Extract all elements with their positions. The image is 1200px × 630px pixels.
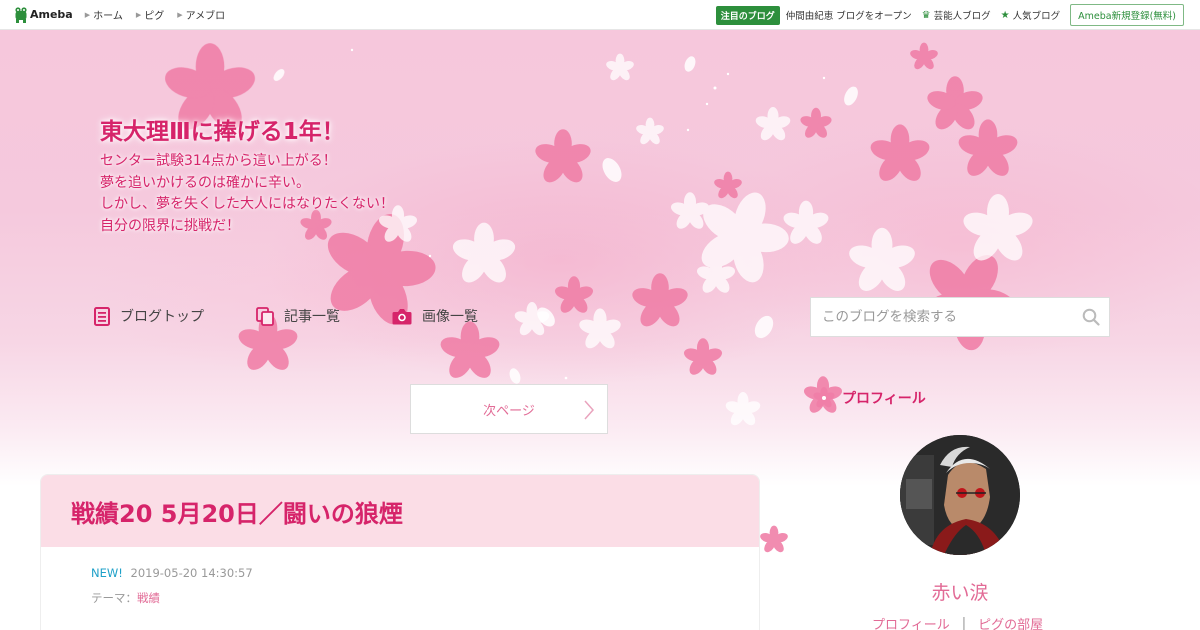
- search-input[interactable]: [811, 298, 1082, 336]
- camera-icon: [392, 308, 412, 324]
- global-header: Ameba ▶ ホーム ▶ ピグ ▶ アメブロ 注目のブログ 仲間由紀恵 ブログをオー…: [0, 0, 1200, 30]
- nav-blog-top-label: ブログトップ: [120, 309, 204, 325]
- focus-blog-link[interactable]: 仲間由紀恵 ブログをオープン: [786, 8, 912, 22]
- theme-label: テーマ：: [91, 591, 137, 605]
- article-card: 戦績20 5月20日／闘いの狼煙 NEW! 2019-05-20 14:30:5…: [40, 474, 760, 630]
- caret-icon: ▶: [177, 10, 183, 19]
- avatar[interactable]: [900, 435, 1020, 555]
- nav-blog-top[interactable]: ブログトップ: [94, 306, 204, 326]
- description-line: 夢を追いかけるのは確かに辛い。: [100, 174, 310, 191]
- popular-blog-label: 人気ブログ: [1012, 11, 1061, 22]
- nav-pigg-label: ピグ: [144, 11, 165, 22]
- copy-icon: [256, 306, 274, 326]
- focus-blog-badge: 注目のブログ: [715, 5, 780, 25]
- next-page-label: 次ページ: [483, 403, 535, 419]
- pigg-room-link[interactable]: ピグの部屋: [978, 614, 1043, 630]
- article-header: 戦績20 5月20日／闘いの狼煙: [41, 475, 759, 547]
- popular-blog-link[interactable]: ★ 人気ブログ: [1000, 8, 1061, 23]
- chevron-right-icon: [584, 400, 595, 420]
- caret-icon: ▶: [135, 10, 142, 19]
- blog-search: [810, 297, 1110, 337]
- article-theme: テーマ：戦績: [91, 590, 160, 606]
- article-title[interactable]: 戦績20 5月20日／闘いの狼煙: [71, 494, 403, 529]
- description-line: センター試験314点から這い上がる！: [100, 153, 337, 169]
- blog-nav: ブログトップ 記事一覧 画像一覧: [94, 306, 530, 326]
- nav-entry-list[interactable]: 記事一覧: [256, 306, 340, 326]
- nav-home[interactable]: ▶ ホーム: [84, 7, 123, 23]
- blog-description: センター試験314点から這い上がる！ 夢を追いかけるのは確かに辛い。 しかし、夢…: [100, 151, 520, 237]
- header-right: 注目のブログ 仲間由紀恵 ブログをオープン ♛ 芸能人ブログ ★ 人気ブログ A…: [715, 0, 1200, 30]
- caret-icon: ▶: [84, 10, 91, 19]
- blog-title[interactable]: 東大理Ⅲに捧げる1年！: [100, 112, 345, 146]
- article-meta: NEW! 2019-05-20 14:30:57: [91, 566, 253, 580]
- profile-heading-label: プロフィール: [842, 391, 926, 407]
- sakura-icon: [813, 387, 835, 408]
- register-button[interactable]: Ameba新規登録(無料): [1070, 4, 1184, 26]
- nav-image-list-label: 画像一覧: [422, 309, 478, 325]
- description-line: 自分の限界に挑戦だ！: [100, 217, 240, 234]
- link-separator: |: [961, 616, 967, 630]
- document-icon: [94, 306, 110, 326]
- crown-icon: ♛: [921, 9, 931, 21]
- nav-ameblo-label: アメブロ: [185, 11, 226, 22]
- description-line: しかし、夢を失くした大人にはなりたくない！: [100, 196, 394, 212]
- avatar-image: [900, 435, 1020, 555]
- nav-home-label: ホーム: [93, 11, 123, 22]
- next-page-button[interactable]: 次ページ: [410, 384, 608, 434]
- profile-heading: プロフィール: [812, 386, 926, 410]
- theme-link[interactable]: 戦績: [137, 591, 160, 605]
- star-icon: ★: [1000, 9, 1010, 21]
- logo-text: Ameba: [30, 8, 73, 21]
- celebrity-blog-label: 芸能人ブログ: [933, 11, 991, 22]
- search-icon[interactable]: [1082, 308, 1100, 326]
- celebrity-blog-link[interactable]: ♛ 芸能人ブログ: [921, 8, 991, 23]
- profile-name[interactable]: 赤い涙: [900, 578, 1020, 605]
- nav-pigg[interactable]: ▶ ピグ: [135, 7, 165, 23]
- ameba-frog-icon: [15, 6, 27, 23]
- ameba-logo[interactable]: Ameba: [14, 6, 73, 23]
- new-badge: NEW!: [91, 566, 123, 580]
- article-datetime: 2019-05-20 14:30:57: [130, 566, 253, 580]
- nav-ameblo[interactable]: ▶ アメブロ: [177, 7, 226, 23]
- profile-link[interactable]: プロフィール: [872, 614, 950, 630]
- nav-image-list[interactable]: 画像一覧: [392, 306, 478, 326]
- profile-links: プロフィール | ピグの部屋: [872, 614, 1043, 630]
- nav-entry-list-label: 記事一覧: [284, 309, 340, 325]
